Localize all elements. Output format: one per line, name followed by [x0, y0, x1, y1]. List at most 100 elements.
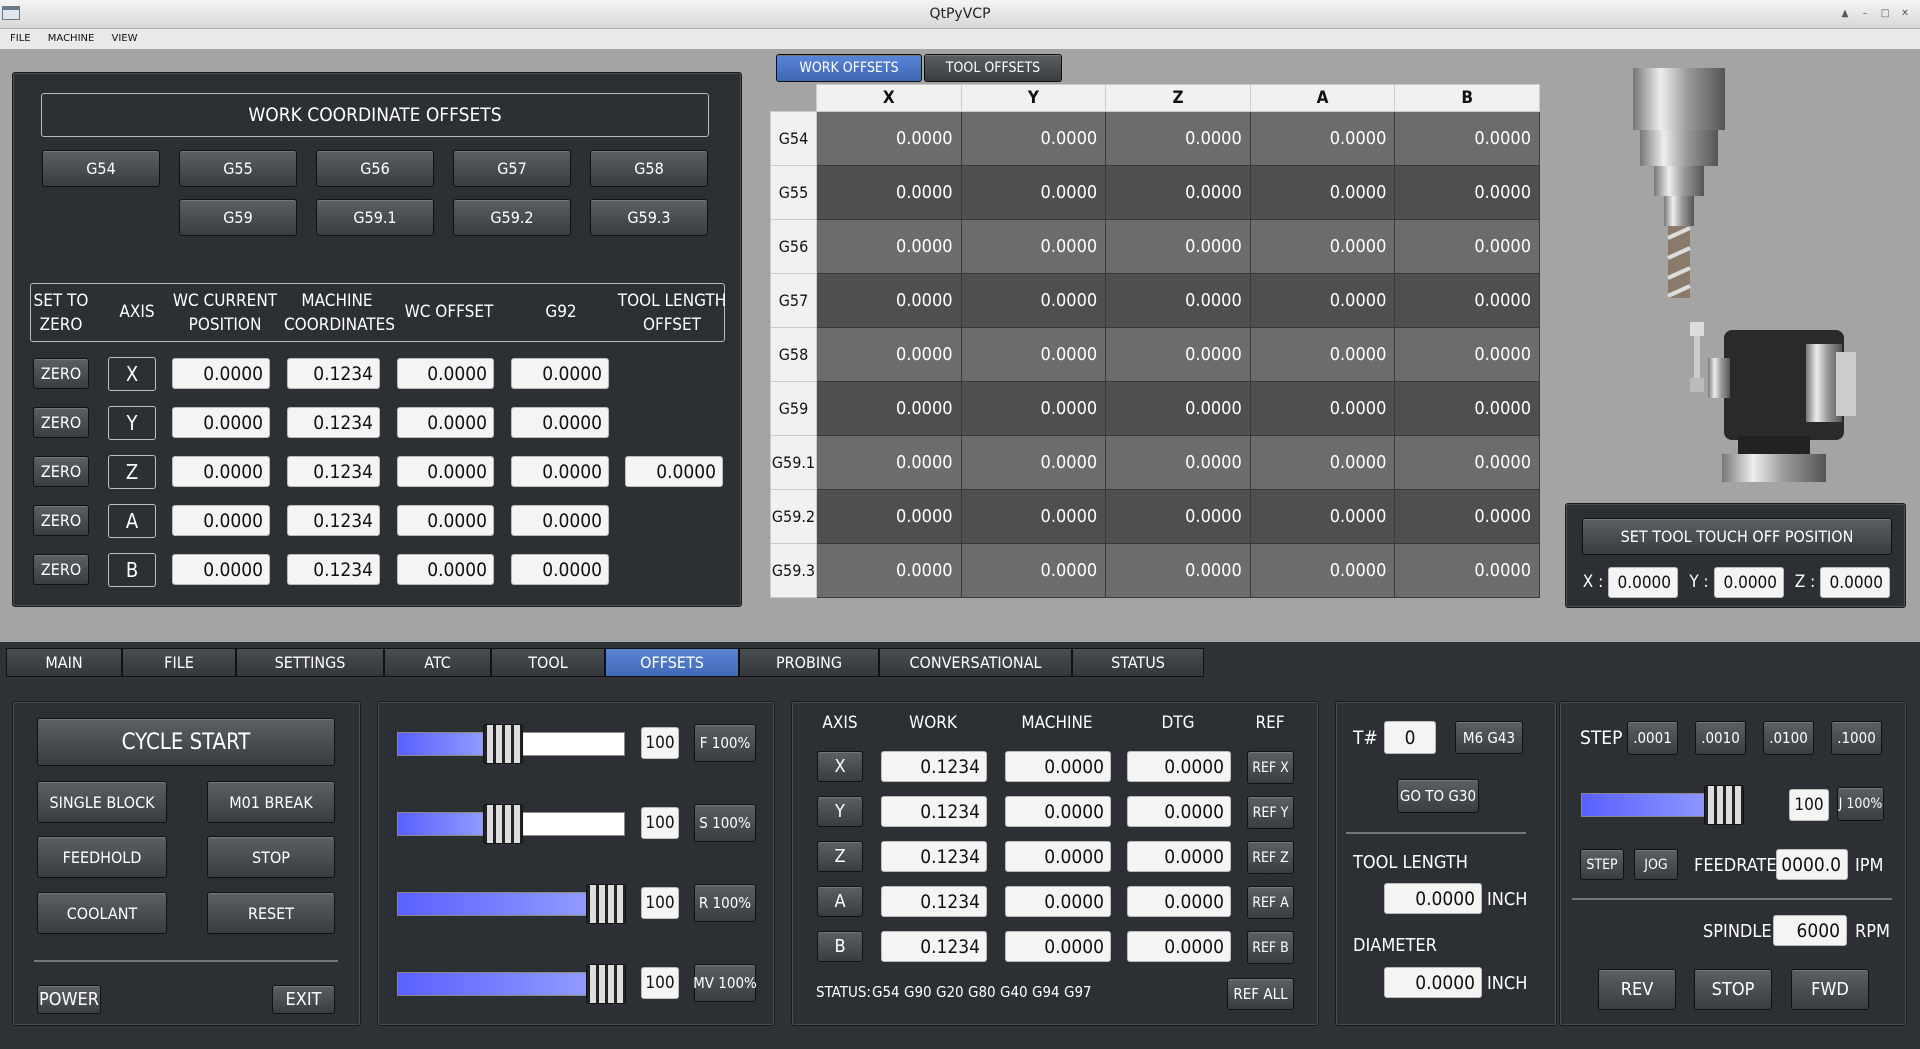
- dro-work-b-field[interactable]: 0.1234: [881, 931, 987, 962]
- offset-cell[interactable]: 0.0000: [1105, 219, 1251, 274]
- offset-cell[interactable]: 0.0000: [816, 381, 962, 436]
- slider-handle[interactable]: [586, 964, 626, 1004]
- feed-override-slider[interactable]: [397, 724, 625, 764]
- wc-offset-y-field[interactable]: 0.0000: [397, 407, 494, 438]
- offset-cell[interactable]: 0.0000: [960, 381, 1107, 436]
- step-0001-button[interactable]: .0001: [1627, 721, 1678, 755]
- offset-cell[interactable]: 0.0000: [816, 435, 962, 490]
- exit-button[interactable]: EXIT: [272, 985, 335, 1014]
- stop-button[interactable]: STOP: [207, 836, 335, 878]
- offset-cell[interactable]: 0.0000: [960, 273, 1107, 328]
- zero-a-button[interactable]: ZERO: [33, 505, 89, 536]
- window-close-icon[interactable]: ✕: [1898, 7, 1912, 21]
- ref-z-button[interactable]: REF Z: [1247, 841, 1294, 874]
- tab-work-offsets[interactable]: WORK OFFSETS: [776, 54, 922, 82]
- offset-cell[interactable]: 0.0000: [1394, 219, 1540, 274]
- tool-length-field[interactable]: 0.0000: [1384, 883, 1482, 914]
- table-row[interactable]: G59.2 0.0000 0.0000 0.0000 0.0000 0.0000: [770, 489, 1540, 544]
- tab-probing[interactable]: PROBING: [739, 648, 879, 677]
- wc-position-z-field[interactable]: 0.0000: [172, 456, 270, 487]
- g57-button[interactable]: G57: [453, 150, 571, 187]
- table-row[interactable]: G59.3 0.0000 0.0000 0.0000 0.0000 0.0000: [770, 543, 1540, 598]
- offset-cell[interactable]: 0.0000: [1249, 327, 1396, 382]
- tab-atc[interactable]: ATC: [384, 648, 491, 677]
- offset-cell[interactable]: 0.0000: [1105, 111, 1251, 166]
- reset-button[interactable]: RESET: [207, 892, 335, 934]
- machine-coord-z-field[interactable]: 0.1234: [287, 456, 380, 487]
- tool-number-field[interactable]: 0: [1384, 721, 1436, 754]
- table-row[interactable]: G58 0.0000 0.0000 0.0000 0.0000 0.0000: [770, 327, 1540, 382]
- wc-position-b-field[interactable]: 0.0000: [172, 554, 270, 585]
- offset-cell[interactable]: 0.0000: [816, 489, 962, 544]
- power-button[interactable]: POWER: [37, 985, 101, 1014]
- spindle-fwd-button[interactable]: FWD: [1791, 969, 1869, 1010]
- dro-axis-y-button[interactable]: Y: [817, 796, 863, 827]
- g58-button[interactable]: G58: [590, 150, 708, 187]
- table-row[interactable]: G59 0.0000 0.0000 0.0000 0.0000 0.0000: [770, 381, 1540, 436]
- dro-axis-a-button[interactable]: A: [817, 886, 863, 917]
- table-row[interactable]: G56 0.0000 0.0000 0.0000 0.0000 0.0000: [770, 219, 1540, 274]
- spindle-override-slider[interactable]: [397, 804, 625, 844]
- tab-main[interactable]: MAIN: [6, 648, 122, 677]
- spindle-field[interactable]: 6000: [1773, 915, 1847, 946]
- offset-cell[interactable]: 0.0000: [816, 273, 962, 328]
- feedrate-field[interactable]: 0000.0: [1776, 849, 1848, 880]
- ref-all-button[interactable]: REF ALL: [1227, 978, 1294, 1010]
- jog-speed-value[interactable]: 100: [1789, 789, 1829, 821]
- tab-tool[interactable]: TOOL: [491, 648, 605, 677]
- dro-dtg-a-field[interactable]: 0.0000: [1127, 886, 1231, 917]
- diameter-field[interactable]: 0.0000: [1384, 967, 1482, 998]
- set-tool-touch-off-button[interactable]: SET TOOL TOUCH OFF POSITION: [1582, 518, 1892, 555]
- offset-cell[interactable]: 0.0000: [816, 543, 962, 598]
- wc-offset-b-field[interactable]: 0.0000: [397, 554, 494, 585]
- dro-machine-z-field[interactable]: 0.0000: [1005, 841, 1111, 872]
- slider-handle[interactable]: [482, 804, 523, 844]
- g59-1-button[interactable]: G59.1: [316, 199, 434, 236]
- dro-machine-y-field[interactable]: 0.0000: [1005, 796, 1111, 827]
- g56-button[interactable]: G56: [316, 150, 434, 187]
- spindle-override-reset-button[interactable]: S 100%: [694, 804, 756, 842]
- slider-handle[interactable]: [1704, 785, 1744, 825]
- table-row[interactable]: G55 0.0000 0.0000 0.0000 0.0000 0.0000: [770, 165, 1540, 220]
- offset-cell[interactable]: 0.0000: [1394, 435, 1540, 490]
- dro-dtg-z-field[interactable]: 0.0000: [1127, 841, 1231, 872]
- offset-cell[interactable]: 0.0000: [1249, 489, 1396, 544]
- menu-file[interactable]: FILE: [0, 29, 31, 49]
- offset-cell[interactable]: 0.0000: [1394, 111, 1540, 166]
- touch-x-field[interactable]: 0.0000: [1608, 567, 1678, 598]
- offset-cell[interactable]: 0.0000: [1105, 435, 1251, 490]
- ref-y-button[interactable]: REF Y: [1247, 796, 1294, 829]
- wc-position-a-field[interactable]: 0.0000: [172, 505, 270, 536]
- offset-cell[interactable]: 0.0000: [960, 219, 1107, 274]
- zero-b-button[interactable]: ZERO: [33, 554, 89, 585]
- tool-length-offset-field[interactable]: 0.0000: [625, 456, 723, 487]
- slider-handle[interactable]: [482, 724, 523, 764]
- g92-a-field[interactable]: 0.0000: [511, 505, 609, 536]
- tab-file[interactable]: FILE: [122, 648, 236, 677]
- offset-cell[interactable]: 0.0000: [1105, 381, 1251, 436]
- menu-machine[interactable]: MACHINE: [38, 29, 95, 49]
- m6-g43-button[interactable]: M6 G43: [1455, 721, 1523, 754]
- ref-a-button[interactable]: REF A: [1247, 886, 1294, 919]
- dro-dtg-x-field[interactable]: 0.0000: [1127, 751, 1231, 782]
- jog-mode-button[interactable]: JOG: [1634, 849, 1678, 880]
- dro-axis-b-button[interactable]: B: [817, 931, 863, 962]
- g59-button[interactable]: G59: [179, 199, 297, 236]
- offset-cell[interactable]: 0.0000: [1249, 165, 1396, 220]
- zero-z-button[interactable]: ZERO: [33, 456, 89, 487]
- feed-override-value[interactable]: 100: [641, 727, 679, 759]
- g55-button[interactable]: G55: [179, 150, 297, 187]
- offset-cell[interactable]: 0.0000: [1394, 543, 1540, 598]
- tab-status[interactable]: STATUS: [1072, 648, 1204, 677]
- offset-cell[interactable]: 0.0000: [1394, 165, 1540, 220]
- step-0010-button[interactable]: .0010: [1695, 721, 1746, 755]
- rapid-override-reset-button[interactable]: R 100%: [694, 884, 756, 922]
- wc-position-x-field[interactable]: 0.0000: [172, 358, 270, 389]
- offset-cell[interactable]: 0.0000: [960, 435, 1107, 490]
- dro-machine-b-field[interactable]: 0.0000: [1005, 931, 1111, 962]
- offset-cell[interactable]: 0.0000: [1394, 273, 1540, 328]
- offset-cell[interactable]: 0.0000: [816, 165, 962, 220]
- g92-x-field[interactable]: 0.0000: [511, 358, 609, 389]
- tab-offsets[interactable]: OFFSETS: [605, 648, 739, 677]
- jog-100-button[interactable]: J 100%: [1837, 787, 1884, 821]
